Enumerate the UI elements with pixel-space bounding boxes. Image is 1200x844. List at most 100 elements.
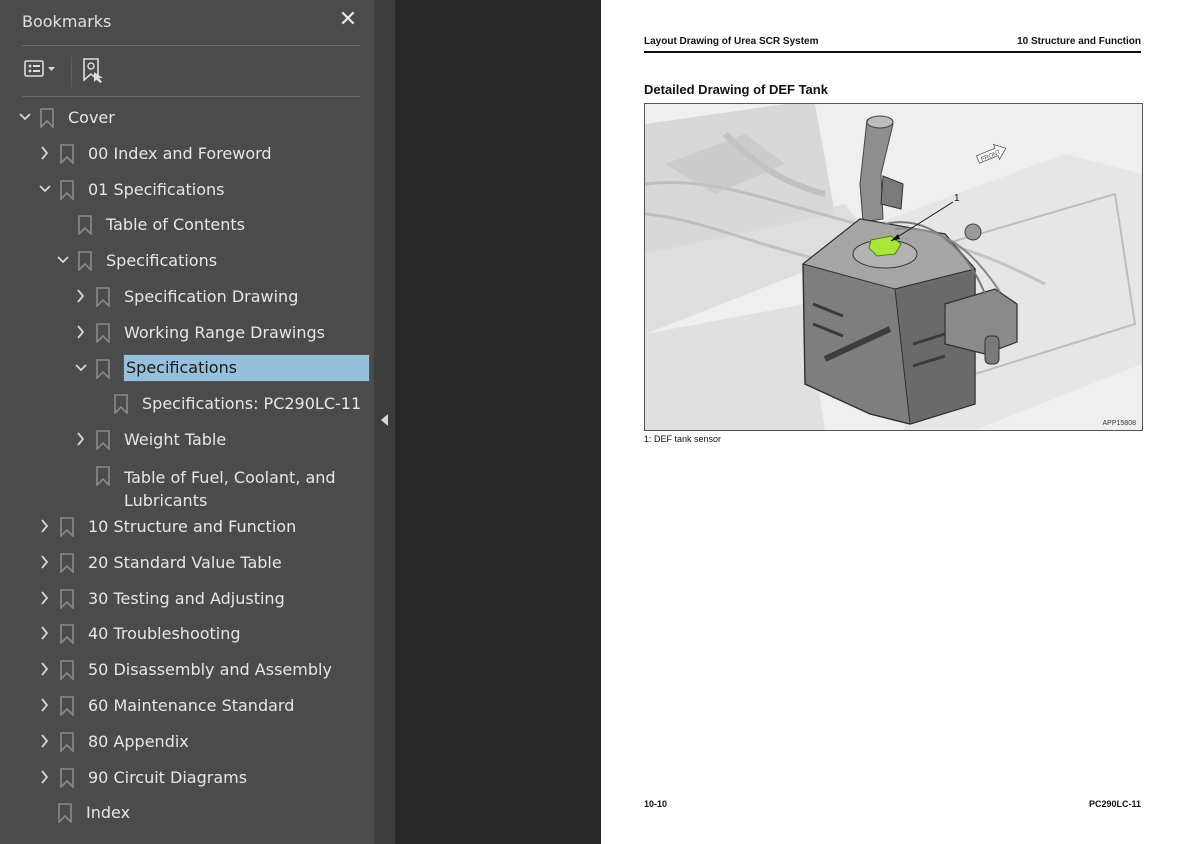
chevron-right-icon[interactable] [38, 590, 52, 606]
bookmarks-header: Bookmarks ✕ [22, 8, 360, 34]
callout-number: 1 [954, 193, 960, 204]
chevron-right-icon[interactable] [38, 554, 52, 570]
chevron-right-icon[interactable] [38, 733, 52, 749]
bookmark-icon [60, 696, 74, 717]
model-number: PC290LC-11 [1088, 799, 1141, 809]
bookmark-label[interactable]: Specifications [123, 353, 370, 382]
bookmark-icon [114, 394, 128, 416]
bookmark-label[interactable]: Table of Fuel, Coolant, and Lubricants [124, 466, 354, 512]
document-page: Layout Drawing of Urea SCR System 10 Str… [601, 0, 1200, 844]
dropdown-arrow-icon [48, 67, 55, 71]
bookmark-item[interactable]: 00 Index and Foreword [0, 137, 374, 171]
toolbar-separator [71, 57, 72, 87]
bookmark-icon [60, 517, 74, 538]
def-tank-drawing: 1 FRONT [645, 104, 1142, 430]
bookmark-icon [96, 287, 110, 308]
bookmark-icon [60, 552, 74, 574]
bookmark-item[interactable]: 60 Maintenance Standard [0, 689, 374, 723]
bookmark-label[interactable]: 00 Index and Foreword [88, 144, 272, 164]
bookmark-label[interactable]: Working Range Drawings [124, 323, 325, 343]
chevron-right-icon[interactable] [38, 697, 52, 713]
bookmark-item[interactable]: Specifications [0, 352, 374, 386]
chevron-right-icon[interactable] [38, 625, 52, 641]
page-number: 10-10 [644, 799, 668, 809]
bookmark-item[interactable]: Index [0, 796, 374, 830]
chevron-down-icon[interactable] [18, 109, 32, 125]
bookmark-label[interactable]: Specification Drawing [124, 287, 298, 307]
chevron-down-icon[interactable] [56, 252, 70, 268]
collapse-panel-icon[interactable] [381, 414, 388, 426]
bookmark-item[interactable]: 40 Troubleshooting [0, 617, 374, 651]
find-current-bookmark-button[interactable] [82, 58, 108, 84]
bookmark-icon [40, 108, 54, 129]
bookmark-item[interactable]: 90 Circuit Diagrams [0, 761, 374, 795]
header-rule [644, 51, 1141, 53]
bookmark-icon [60, 660, 74, 682]
panel-title: Bookmarks [22, 12, 112, 31]
bookmark-item[interactable]: 30 Testing and Adjusting [0, 582, 374, 616]
chevron-right-icon[interactable] [38, 518, 52, 534]
bookmark-icon [96, 322, 110, 344]
bookmark-label[interactable]: Weight Table [124, 430, 226, 450]
bookmark-icon [60, 767, 74, 789]
list-options-icon [24, 60, 55, 77]
bookmarks-toolbar [22, 55, 360, 87]
bookmark-item[interactable]: Specification Drawing [0, 280, 374, 314]
options-button[interactable] [24, 58, 64, 82]
bookmark-label[interactable]: 10 Structure and Function [88, 517, 296, 537]
bookmark-item[interactable]: 80 Appendix [0, 725, 374, 759]
bookmark-label[interactable]: 20 Standard Value Table [88, 553, 282, 573]
bookmark-item[interactable]: 01 Specifications [0, 173, 374, 207]
chevron-right-icon[interactable] [74, 324, 88, 340]
divider [22, 45, 360, 46]
bookmark-icon [96, 430, 110, 452]
chevron-right-icon[interactable] [38, 661, 52, 677]
bookmark-icon [58, 803, 72, 825]
bookmark-icon [60, 143, 74, 165]
bookmark-label[interactable]: Specifications: PC290LC-11 [142, 394, 361, 414]
chevron-right-icon[interactable] [38, 769, 52, 785]
bookmark-icon [60, 624, 74, 646]
bookmark-item[interactable]: Cover [0, 101, 374, 135]
page-header-right: 10 Structure and Function [1017, 36, 1141, 47]
section-title: Detailed Drawing of DEF Tank [644, 82, 828, 97]
bookmarks-panel: Bookmarks ✕ Cover 00 Index and Foreword 01… [0, 0, 374, 844]
bookmark-icon [60, 731, 74, 753]
chevron-down-icon[interactable] [74, 360, 88, 376]
close-icon[interactable]: ✕ [336, 8, 360, 32]
page-header-left: Layout Drawing of Urea SCR System [644, 36, 819, 47]
bookmark-label[interactable]: Specifications [106, 251, 217, 271]
bookmark-item[interactable]: Table of Contents [0, 208, 374, 242]
bookmark-icon [96, 358, 110, 380]
bookmark-label[interactable]: 60 Maintenance Standard [88, 696, 294, 716]
bookmark-label[interactable]: 01 Specifications [88, 180, 225, 200]
chevron-right-icon[interactable] [38, 145, 52, 161]
figure-id: APP15808 [1102, 420, 1136, 427]
find-current-bookmark-icon [83, 58, 103, 83]
bookmark-icon [60, 588, 74, 610]
chevron-down-icon[interactable] [38, 181, 52, 197]
bookmark-item[interactable]: Specifications [0, 244, 374, 278]
bookmark-item[interactable]: 10 Structure and Function [0, 510, 374, 544]
bookmark-item[interactable]: Working Range Drawings [0, 316, 374, 350]
bookmark-label[interactable]: 90 Circuit Diagrams [88, 768, 247, 788]
bookmark-label[interactable]: 80 Appendix [88, 732, 189, 752]
chevron-right-icon[interactable] [74, 288, 88, 304]
bookmark-icon [60, 179, 74, 201]
bookmark-item[interactable]: Table of Fuel, Coolant, and Lubricants [0, 459, 374, 510]
bookmark-item[interactable]: 50 Disassembly and Assembly [0, 653, 374, 687]
bookmark-label[interactable]: Index [86, 803, 130, 823]
bookmark-label[interactable]: 50 Disassembly and Assembly [88, 660, 332, 680]
bookmark-label[interactable]: Table of Contents [106, 215, 245, 235]
bookmark-label[interactable]: 30 Testing and Adjusting [88, 589, 285, 609]
bookmark-icon [96, 466, 110, 487]
bookmark-item[interactable]: Weight Table [0, 423, 374, 457]
bookmark-icon [78, 251, 92, 273]
bookmark-label[interactable]: Cover [68, 108, 115, 128]
bookmark-icon [78, 215, 92, 237]
bookmark-label[interactable]: 40 Troubleshooting [88, 624, 241, 644]
divider [22, 96, 360, 97]
chevron-right-icon[interactable] [74, 431, 88, 447]
bookmark-item[interactable]: Specifications: PC290LC-11 [0, 387, 374, 421]
bookmark-item[interactable]: 20 Standard Value Table [0, 546, 374, 580]
